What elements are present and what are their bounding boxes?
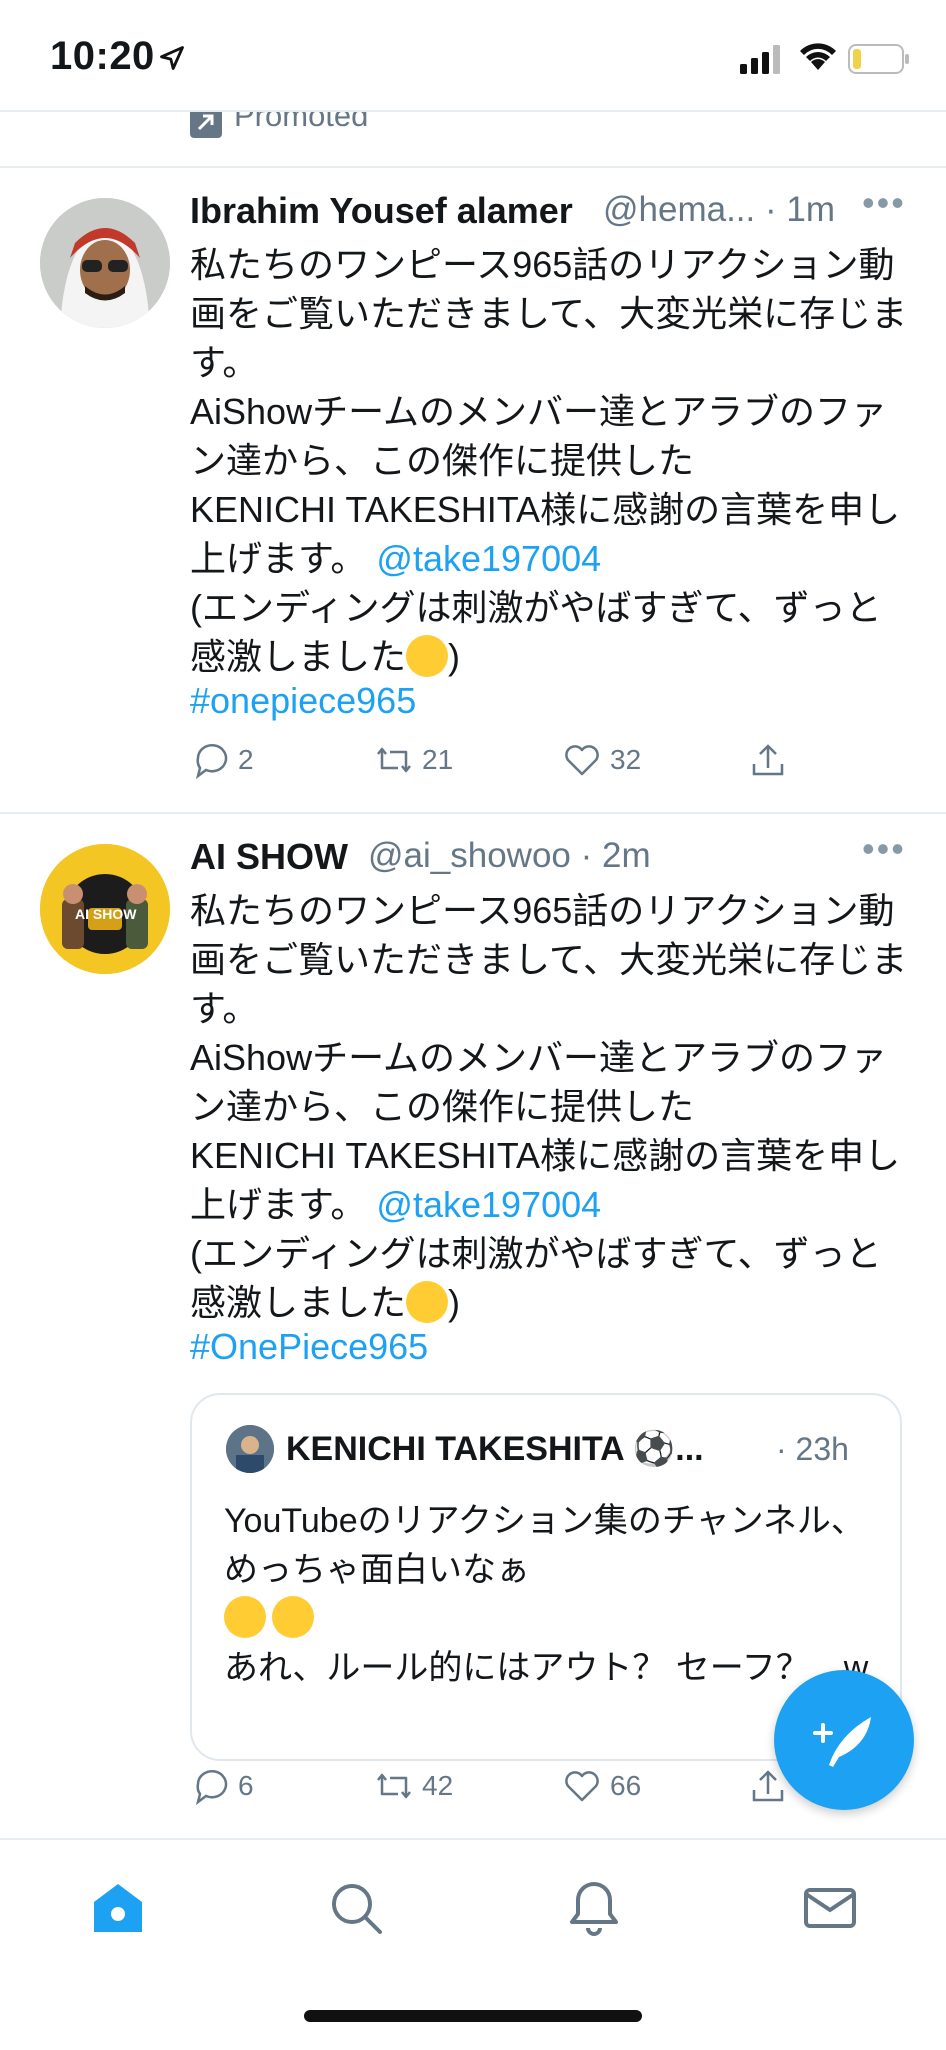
reply-button[interactable]: 2 <box>190 740 254 780</box>
home-icon[interactable] <box>88 1878 148 1938</box>
hashtag-link[interactable]: #onepiece965 <box>190 680 416 722</box>
quoted-text: YouTubeのリアクション集のチャンネル、めっちゃ面白いなぁ あれ、ルール的に… <box>224 1497 884 1693</box>
cellular-signal-icon <box>740 45 780 74</box>
author-name[interactable]: AI SHOW <box>190 836 348 878</box>
status-time: 10:20 <box>50 34 155 78</box>
reply-icon <box>195 744 228 780</box>
reply-count: 2 <box>238 744 254 775</box>
share-icon <box>752 744 784 776</box>
reply-button[interactable]: 6 <box>190 1766 254 1806</box>
promoted-icon <box>190 112 222 138</box>
retweet-button[interactable]: 21 <box>374 740 453 780</box>
bell-icon[interactable] <box>564 1878 624 1938</box>
tweet-text-secondary: (エンディングは刺激がやばすぎて、ずっと感激しました <box>190 1233 882 1323</box>
search-icon[interactable] <box>326 1878 386 1938</box>
quoted-time: · 23h <box>776 1431 849 1467</box>
like-button[interactable]: 66 <box>562 1766 641 1806</box>
quoted-text-line1: YouTubeのリアクション集のチャンネル、めっちゃ面白いなぁ <box>224 1502 865 1589</box>
author-handle-time: @hema... · 1m <box>603 190 835 229</box>
mention-link[interactable]: @take197004 <box>376 1184 601 1225</box>
more-options-icon[interactable]: ••• <box>862 828 906 870</box>
tweet-text-main: 私たちのワンピース965話のリアクション動画をご覧いただきまして、大変光栄に存じ… <box>190 890 908 1225</box>
home-indicator <box>304 2010 642 2022</box>
share-button[interactable] <box>748 740 788 780</box>
tweet-text: 私たちのワンピース965話のリアクション動画をご覧いただきまして、大変光栄に存じ… <box>190 240 910 681</box>
retweet-count: 42 <box>422 1770 454 1801</box>
tears-of-joy-icon <box>224 1596 266 1638</box>
compose-icon <box>813 1717 871 1767</box>
mail-icon[interactable] <box>800 1878 860 1938</box>
avatar[interactable] <box>40 198 170 328</box>
tweet-text: 私たちのワンピース965話のリアクション動画をご覧いただきまして、大変光栄に存じ… <box>190 886 910 1327</box>
promoted-label: Promoted <box>234 112 369 133</box>
tweet-text-end: ) <box>448 636 461 677</box>
compose-tweet-button[interactable] <box>774 1670 914 1810</box>
quoted-author-name: KENICHI TAKESHITA ⚽... <box>286 1430 704 1468</box>
reply-count: 6 <box>238 1770 254 1801</box>
tweet[interactable]: Ibrahim Yousef alamer @hema... · 1m ••• … <box>0 168 946 812</box>
tears-of-joy-icon <box>272 1596 314 1638</box>
heart-icon <box>565 1771 599 1802</box>
heart-icon <box>565 745 599 776</box>
tweet-actions: 2 21 32 <box>0 740 946 790</box>
tears-of-joy-icon <box>406 635 449 677</box>
more-options-icon[interactable]: ••• <box>862 182 906 224</box>
quoted-text-line2: あれ、ルール的にはアウト？ セーフ？ w <box>224 1649 869 1687</box>
author-handle-time: @ai_showoo · 2m <box>368 836 651 875</box>
tweet-text-end: ) <box>448 1282 461 1323</box>
hashtag-link[interactable]: #OnePiece965 <box>190 1326 428 1368</box>
wifi-icon <box>800 43 836 70</box>
retweet-icon <box>377 1773 411 1799</box>
like-count: 66 <box>610 1770 642 1801</box>
tears-of-joy-icon <box>406 1281 449 1323</box>
retweet-button[interactable]: 42 <box>374 1766 453 1806</box>
like-count: 32 <box>610 744 642 775</box>
battery-icon <box>848 44 909 74</box>
quoted-avatar <box>226 1425 274 1473</box>
status-bar: 10:20 <box>0 0 946 112</box>
tweet-text-secondary: (エンディングは刺激がやばすぎて、ずっと感激しました <box>190 587 882 677</box>
user-photo <box>40 198 170 328</box>
avatar-logo-text: AI SHOW <box>75 906 137 922</box>
reply-icon <box>195 1770 228 1806</box>
location-arrow-icon <box>160 46 184 70</box>
retweet-count: 21 <box>422 744 454 775</box>
retweet-icon <box>377 747 411 773</box>
tweet-text-main: 私たちのワンピース965話のリアクション動画をご覧いただきまして、大変光栄に存じ… <box>190 244 908 579</box>
like-button[interactable]: 32 <box>562 740 641 780</box>
mention-link[interactable]: @take197004 <box>376 538 601 579</box>
author-name[interactable]: Ibrahim Yousef alamer <box>190 190 573 232</box>
promoted-row: Promoted <box>0 112 946 166</box>
